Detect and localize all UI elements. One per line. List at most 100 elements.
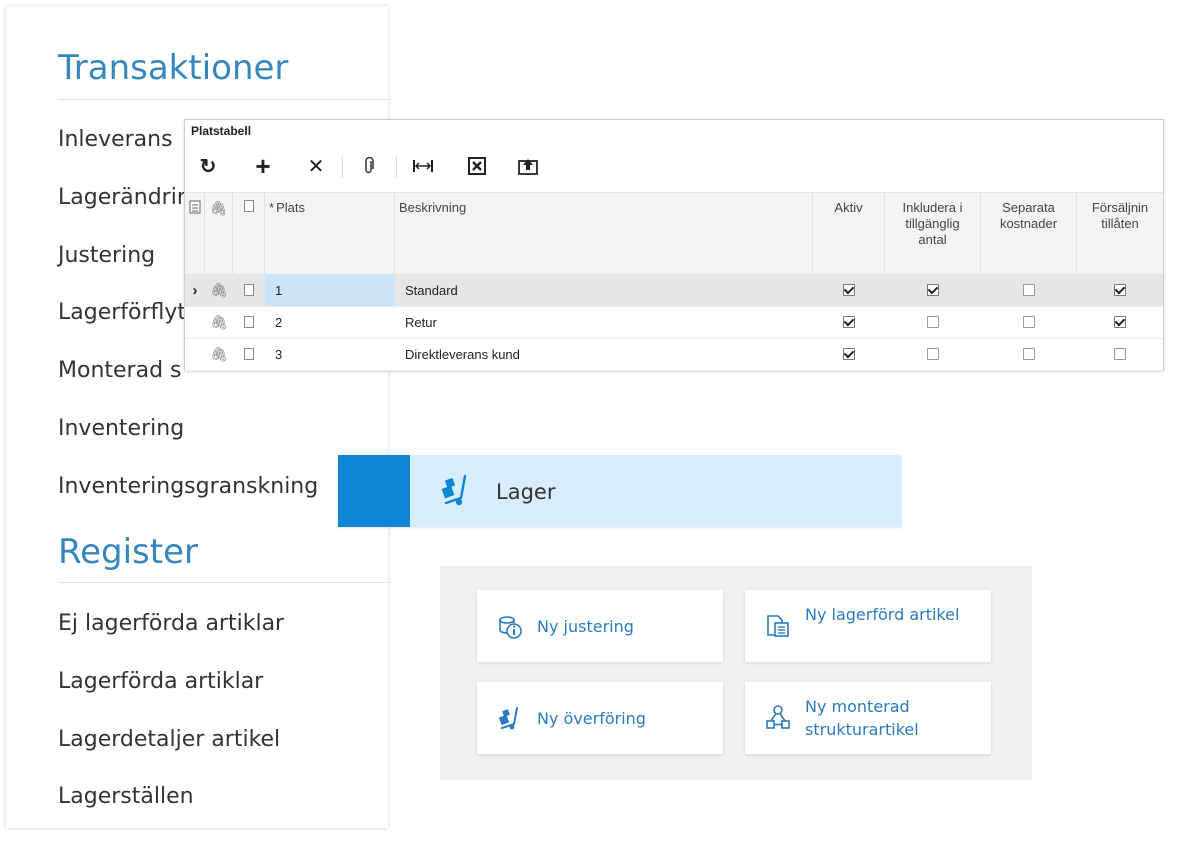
forsaljning-checkbox[interactable] xyxy=(1114,284,1126,296)
upload-button[interactable] xyxy=(513,148,543,184)
cell-aktiv xyxy=(813,338,885,370)
cell-forsaljning xyxy=(1077,306,1163,338)
column-header-beskrivning[interactable]: Beskrivning xyxy=(395,193,813,275)
document-list-icon xyxy=(767,615,789,637)
grid-title: Platstabell xyxy=(191,124,252,138)
cell-beskrivning-value: Standard xyxy=(405,282,458,298)
menu-item-lagerforda-artiklar[interactable]: Lagerförda artiklar xyxy=(58,669,263,694)
tile-label: Ny lagerförd artikel xyxy=(805,605,960,624)
column-header-forsaljning[interactable]: Försäljnin tillåten xyxy=(1077,193,1163,275)
table-row[interactable]: 🖇 2 Retur xyxy=(185,306,1163,339)
current-row-arrow-icon: › xyxy=(192,281,198,299)
menu-item-lagerstallen[interactable]: Lagerställen xyxy=(58,784,194,809)
upload-icon xyxy=(518,159,538,175)
required-marker: * xyxy=(269,200,275,215)
row-attachment-cell[interactable]: 🖇 xyxy=(205,306,233,338)
attachment-icon: 🖇 xyxy=(210,345,228,362)
menu-item-ej-lagerforda-artiklar[interactable]: Ej lagerförda artiklar xyxy=(58,611,284,636)
cell-forsaljning xyxy=(1077,274,1163,306)
row-attachment-cell[interactable]: 🖇 xyxy=(205,274,233,306)
separata-checkbox[interactable] xyxy=(1023,348,1035,360)
refresh-icon: ↻ xyxy=(199,155,217,178)
menu-item-inventeringsgranskning[interactable]: Inventeringsgranskning xyxy=(58,474,318,499)
toolbar-separator xyxy=(396,156,397,178)
tile-label: Ny justering xyxy=(537,617,634,636)
inkludera-checkbox[interactable] xyxy=(927,316,939,328)
hand-truck-icon xyxy=(498,707,518,730)
new-adjustment-tile[interactable]: Ny justering xyxy=(477,590,723,662)
inkludera-checkbox[interactable] xyxy=(927,348,939,360)
banner-label: Lager xyxy=(496,480,556,504)
row-note-cell[interactable] xyxy=(233,338,265,370)
banner-accent-block xyxy=(338,455,410,527)
hand-truck-icon xyxy=(441,474,467,506)
coins-info-icon xyxy=(499,616,522,639)
column-label-aktiv: Aktiv xyxy=(834,200,863,215)
cell-beskrivning[interactable]: Direktleverans kund xyxy=(395,338,813,370)
cell-plats-value: 1 xyxy=(275,282,283,298)
column-header-plats[interactable]: * Plats xyxy=(265,193,395,275)
attachments-column-header: 🖇 xyxy=(205,193,233,275)
notes-column-header xyxy=(233,193,265,275)
row-note-cell[interactable] xyxy=(233,306,265,338)
register-heading: Register xyxy=(58,532,198,572)
column-settings-cell[interactable] xyxy=(185,193,205,275)
new-assembled-item-tile[interactable]: Ny monterad strukturartikel xyxy=(745,682,991,754)
aktiv-checkbox[interactable] xyxy=(843,348,855,360)
cell-beskrivning-value: Direktleverans kund xyxy=(405,346,520,362)
menu-item-monterad[interactable]: Monterad s xyxy=(58,358,182,383)
column-settings-icon xyxy=(189,200,200,214)
column-label-separata: Separata kostnader xyxy=(999,200,1058,231)
menu-item-justering[interactable]: Justering xyxy=(58,243,155,268)
separata-checkbox[interactable] xyxy=(1023,284,1035,296)
column-header-separata[interactable]: Separata kostnader xyxy=(981,193,1077,275)
fit-columns-button[interactable] xyxy=(408,148,438,184)
cell-separata xyxy=(981,306,1077,338)
cell-beskrivning[interactable]: Retur xyxy=(395,306,813,338)
new-stock-item-tile[interactable]: Ny lagerförd artikel xyxy=(745,590,991,662)
hierarchy-icon xyxy=(766,705,790,729)
column-label-forsaljning: Försäljnin tillåten xyxy=(1091,200,1149,231)
transactions-heading: Transaktioner xyxy=(58,48,289,88)
export-excel-button[interactable] xyxy=(462,148,492,184)
forsaljning-checkbox[interactable] xyxy=(1114,316,1126,328)
quick-actions-panel: Ny justering Ny lagerförd artikel Ny öve… xyxy=(440,566,1032,780)
column-label-inkludera: Inkludera i tillgänglig antal xyxy=(902,200,963,247)
fit-columns-icon xyxy=(413,160,433,172)
cell-aktiv xyxy=(813,306,885,338)
lager-workspace-banner[interactable]: Lager xyxy=(338,455,902,527)
refresh-button[interactable]: ↻ xyxy=(193,148,223,184)
row-note-cell[interactable] xyxy=(233,274,265,306)
row-indicator-cell: › xyxy=(185,274,205,306)
table-row[interactable]: › 🖇 1 Standard xyxy=(185,274,1163,307)
cell-separata xyxy=(981,274,1077,306)
separata-checkbox[interactable] xyxy=(1023,316,1035,328)
cell-plats[interactable]: 1 xyxy=(265,274,395,306)
menu-item-lagerdetaljer-artikel[interactable]: Lagerdetaljer artikel xyxy=(58,727,280,752)
menu-item-lagerforflyttning[interactable]: Lagerförflyt xyxy=(58,300,186,325)
attach-button[interactable] xyxy=(354,148,384,184)
menu-item-inventering[interactable]: Inventering xyxy=(58,416,184,441)
attachment-icon: 🖇 xyxy=(209,200,228,216)
cell-plats[interactable]: 3 xyxy=(265,338,395,370)
aktiv-checkbox[interactable] xyxy=(843,284,855,296)
cell-plats[interactable]: 2 xyxy=(265,306,395,338)
note-icon xyxy=(243,200,254,212)
column-header-inkludera[interactable]: Inkludera i tillgänglig antal xyxy=(885,193,981,275)
export-excel-icon xyxy=(468,157,486,175)
add-icon: + xyxy=(255,150,271,181)
add-row-button[interactable]: + xyxy=(248,148,278,184)
menu-item-inleverans[interactable]: Inleverans xyxy=(58,127,173,152)
aktiv-checkbox[interactable] xyxy=(843,316,855,328)
cell-beskrivning[interactable]: Standard xyxy=(395,274,813,306)
new-transfer-tile[interactable]: Ny överföring xyxy=(477,682,723,754)
forsaljning-checkbox[interactable] xyxy=(1114,348,1126,360)
column-header-aktiv[interactable]: Aktiv xyxy=(813,193,885,275)
tile-label: Ny överföring xyxy=(537,709,646,728)
delete-row-button[interactable]: ✕ xyxy=(301,148,331,184)
row-attachment-cell[interactable]: 🖇 xyxy=(205,338,233,370)
table-row[interactable]: 🖇 3 Direktleverans kund xyxy=(185,338,1163,371)
menu-item-lagerandring[interactable]: Lagerändrin xyxy=(58,185,191,210)
inkludera-checkbox[interactable] xyxy=(927,284,939,296)
note-icon xyxy=(244,284,254,296)
